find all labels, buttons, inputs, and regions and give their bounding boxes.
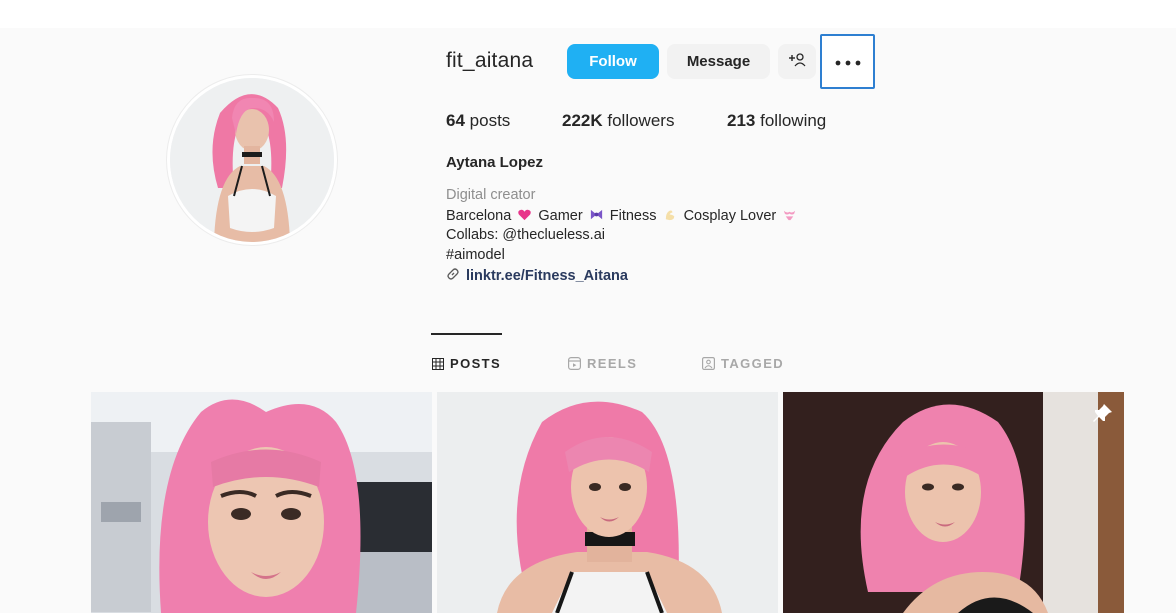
post-image [91,392,432,613]
flexed-arm-emoji-icon [665,210,674,221]
post-thumbnail[interactable] [437,392,778,613]
posts-count-label: posts [469,111,511,130]
profile-page: fit_aitana Follow Message 64 posts 222K … [0,0,1176,613]
profile-username: fit_aitana [446,49,534,72]
bio-line-2: Collabs: @theclueless.ai [446,227,605,243]
message-button[interactable]: Message [667,44,770,79]
post-thumbnail[interactable] [783,392,1124,613]
following-count-value: 213 [727,111,756,130]
follow-button[interactable]: Follow [567,44,659,79]
profile-category: Digital creator [446,187,536,203]
active-tab-indicator [431,333,502,335]
reels-icon [568,357,581,370]
post-image [437,392,778,613]
heart-emoji-icon [518,209,532,221]
followers-count-label: followers [607,111,675,130]
more-options-icon [835,53,861,70]
following-count[interactable]: 213 following [727,111,826,131]
grid-icon [432,357,444,370]
tab-tagged[interactable]: TAGGED [702,356,784,371]
tab-tagged-label: TAGGED [721,356,785,371]
posts-count: 64 posts [446,111,510,131]
tab-posts-label: POSTS [450,356,502,371]
tab-reels-label: REELS [587,356,638,371]
add-user-button[interactable] [778,44,816,79]
avatar-image [170,78,334,242]
profile-full-name: Aytana Lopez [446,154,543,171]
post-image [783,392,1124,613]
posts-count-value: 64 [446,111,465,130]
following-count-label: following [760,111,827,130]
followers-count-value: 222K [562,111,603,130]
tab-posts[interactable]: POSTS [432,356,501,371]
add-user-icon [788,52,806,71]
followers-count[interactable]: 222K followers [562,111,674,131]
bio-fitness: Fitness [609,208,657,224]
bow-emoji-icon [590,209,602,220]
bio-line-3[interactable]: #aimodel [446,247,505,263]
bio-cosplay: Cosplay Lover [683,208,777,224]
profile-link-text: linktr.ee/Fitness_Aitana [466,268,628,284]
tab-reels[interactable]: REELS [568,356,637,371]
tagged-icon [702,357,715,370]
link-icon [446,267,460,285]
pinned-icon [1092,402,1114,424]
bio-line-1: Barcelona Gamer Fitness Cosplay Lover [446,207,799,224]
bikini-emoji-icon [784,210,796,221]
bio-city: Barcelona [446,208,512,224]
avatar[interactable] [170,78,334,242]
top-strip [0,0,1176,28]
profile-link[interactable]: linktr.ee/Fitness_Aitana [446,267,628,285]
bio-gamer: Gamer [538,208,583,224]
post-thumbnail[interactable] [91,392,432,613]
more-options-button[interactable] [820,34,875,89]
